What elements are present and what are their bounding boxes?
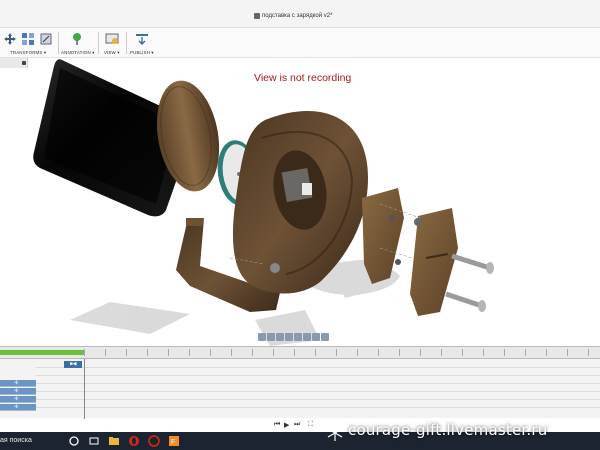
- document-icon: [254, 13, 260, 19]
- move-icon: ✢: [14, 388, 19, 394]
- annotation-group[interactable]: ANNOTATION ▾: [60, 30, 96, 56]
- pan-icon[interactable]: [276, 333, 284, 341]
- annotation-label: ANNOTATION ▾: [61, 50, 95, 55]
- camera-track-icon[interactable]: ■◀: [64, 361, 82, 368]
- watermark-text: courage-gift.livemaster.ru: [348, 421, 548, 439]
- publish-group[interactable]: PUBLISH ▾: [129, 30, 157, 56]
- file-explorer-icon[interactable]: [108, 435, 120, 447]
- svg-text:F: F: [171, 439, 175, 446]
- skip-end-icon[interactable]: ⏭: [294, 421, 300, 429]
- view-label: VIEW ▾: [104, 50, 120, 55]
- timeline-range[interactable]: [0, 350, 84, 355]
- pin-icon[interactable]: [70, 32, 84, 46]
- look-at-icon[interactable]: [267, 333, 275, 341]
- toolbar-divider: [58, 32, 59, 54]
- timeline-track[interactable]: ✢: [0, 380, 36, 387]
- taskbar-search[interactable]: ая поиска: [0, 437, 32, 444]
- orbit-icon[interactable]: [258, 333, 266, 341]
- skip-start-icon[interactable]: ⏮: [274, 421, 280, 429]
- timeline-track[interactable]: ✢: [0, 388, 36, 395]
- publish-icon[interactable]: [135, 32, 149, 46]
- publish-label: PUBLISH ▾: [130, 50, 154, 55]
- toolbar: TRANSFORMS ▾ ANNOTATION ▾ VIEW ▾ PUBLISH…: [0, 28, 600, 58]
- fusion-window: подставка с зарядкой v2* TRANSFORMS ▾ AN…: [0, 0, 600, 450]
- align-icon[interactable]: [21, 32, 35, 46]
- display-settings-icon[interactable]: [303, 333, 311, 341]
- timeline-track[interactable]: ✢: [0, 404, 36, 411]
- playhead[interactable]: [84, 359, 85, 419]
- animation-timeline[interactable]: ■◀ ✢ ✢ ✢ ✢: [0, 346, 600, 419]
- toolbar-divider: [126, 32, 127, 54]
- snowflake-logo-icon: [327, 425, 343, 441]
- grid-settings-icon[interactable]: [312, 333, 320, 341]
- browser-panel-toggle[interactable]: [0, 58, 28, 68]
- timeline-tracks[interactable]: [36, 359, 600, 419]
- pin-icon: [22, 61, 26, 65]
- opera-icon[interactable]: [128, 435, 140, 447]
- recording-message: View is not recording: [254, 72, 352, 84]
- toolbar-divider: [98, 32, 99, 54]
- fullscreen-icon[interactable]: ⛶: [308, 421, 313, 429]
- restore-home-icon[interactable]: [39, 32, 53, 46]
- viewports-icon[interactable]: [321, 333, 329, 341]
- timeline-ruler[interactable]: [0, 347, 600, 359]
- title-bar: подставка с зарядкой v2*: [0, 0, 600, 28]
- speedometer-icon[interactable]: [148, 435, 160, 447]
- move-icon[interactable]: [3, 32, 17, 46]
- cortana-icon[interactable]: [68, 435, 80, 447]
- clamp-left: [362, 188, 404, 284]
- move-icon: ✢: [14, 380, 19, 386]
- view-icon[interactable]: [105, 32, 119, 46]
- exploded-model[interactable]: [0, 58, 600, 346]
- 3d-viewport[interactable]: [0, 58, 600, 346]
- document-title: подставка с зарядкой v2*: [262, 13, 333, 19]
- transforms-label: TRANSFORMS ▾: [10, 50, 47, 55]
- navigation-bar: [258, 328, 342, 341]
- play-icon[interactable]: ▶: [284, 421, 289, 429]
- transforms-group[interactable]: TRANSFORMS ▾: [2, 30, 56, 56]
- zoom-icon[interactable]: [285, 333, 293, 341]
- fit-icon[interactable]: [294, 333, 302, 341]
- fusion360-icon[interactable]: F: [168, 435, 180, 447]
- task-view-icon[interactable]: [88, 435, 100, 447]
- move-icon: ✢: [14, 396, 19, 402]
- timeline-ticks: [84, 349, 600, 357]
- view-group[interactable]: VIEW ▾: [102, 30, 124, 56]
- move-icon: ✢: [14, 404, 19, 410]
- timeline-track[interactable]: ✢: [0, 396, 36, 403]
